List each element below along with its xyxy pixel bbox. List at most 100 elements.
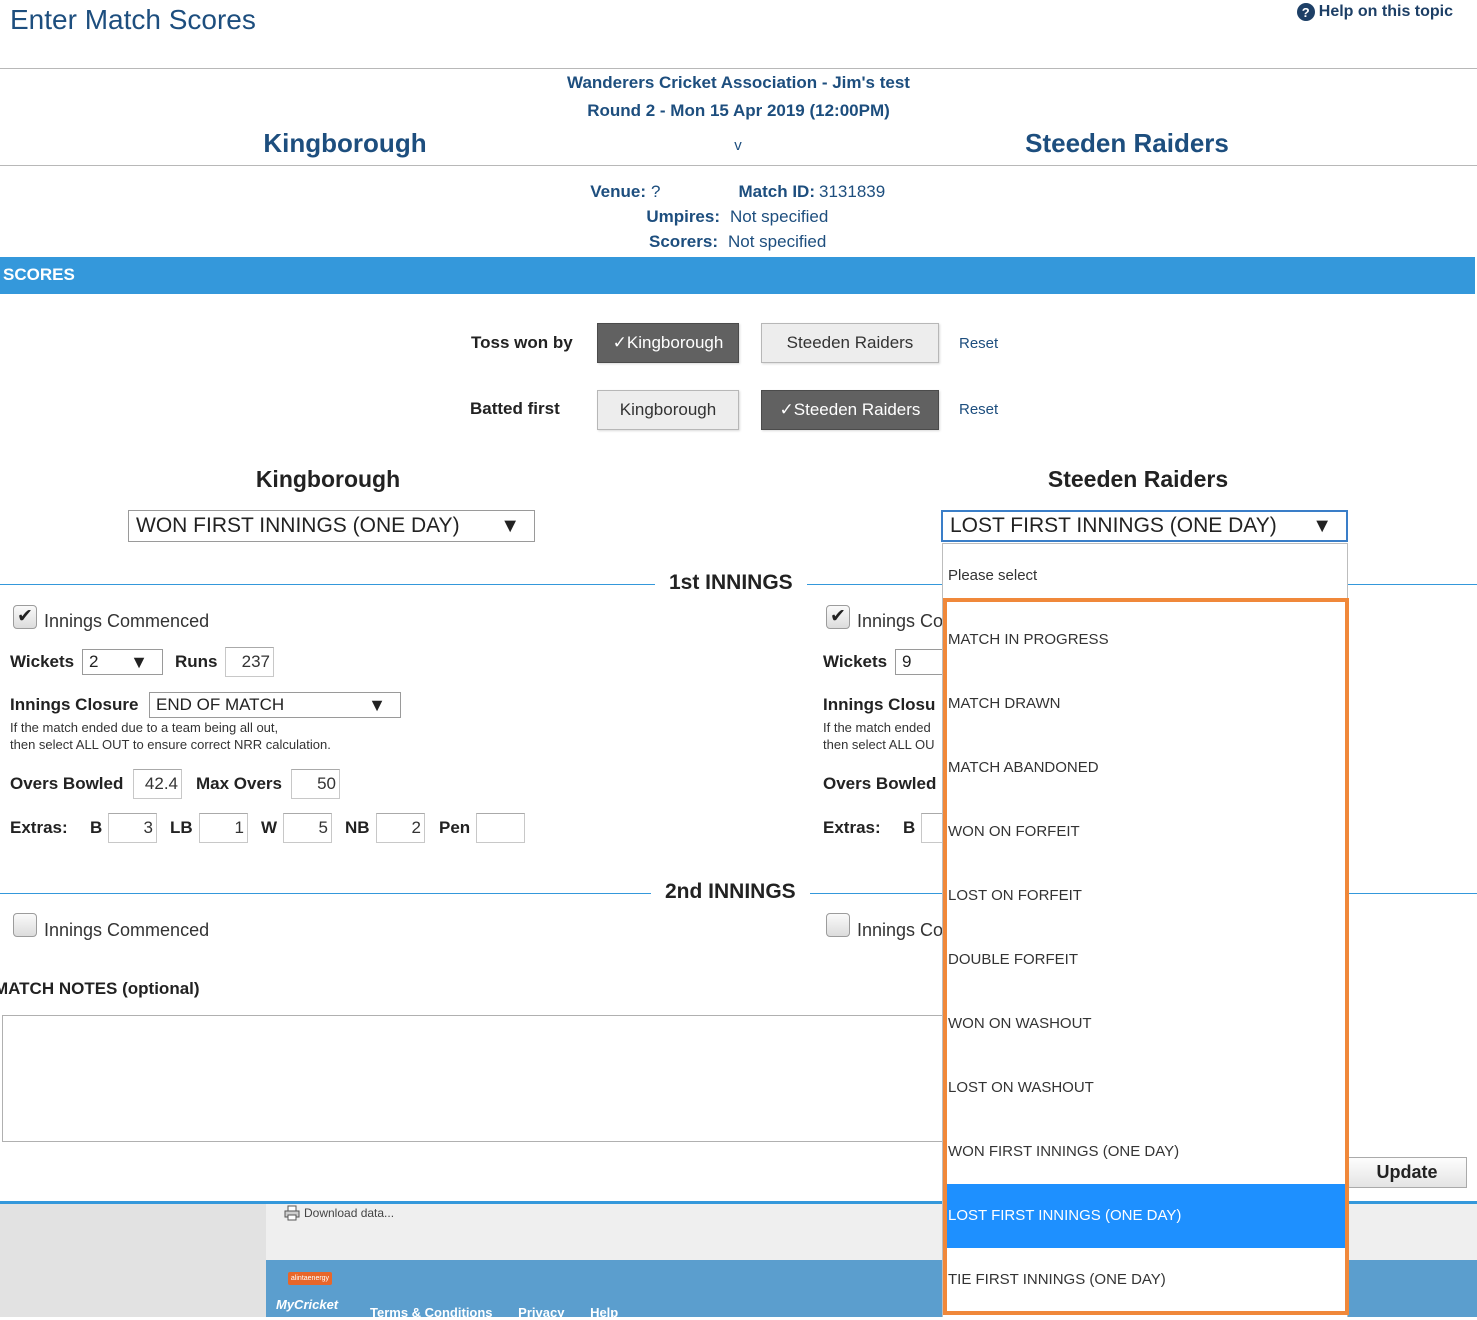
left-innings2-commenced-label: Innings Commenced [44,920,210,940]
toss-steeden-raiders-button[interactable]: Steeden Raiders [761,323,939,363]
chevron-down-icon: ▼ [368,695,386,715]
left-legbyes-input[interactable]: 1 [199,813,248,843]
dropdown-option[interactable]: WON ON WASHOUT [943,992,1347,1056]
dropdown-option[interactable]: MATCH IN PROGRESS [943,608,1347,672]
result-dropdown-list[interactable]: Please select MATCH IN PROGRESS MATCH DR… [942,543,1348,1317]
right-closure-hint-line1: If the match ended [823,720,931,735]
left-closure-label: Innings Closure [10,695,139,714]
right-innings1-commenced-checkbox[interactable]: ✔ [826,605,850,629]
page-title: Enter Match Scores [10,4,256,35]
match-notes-label: MATCH NOTES (optional) [0,979,200,998]
dropdown-option[interactable]: MATCH ABANDONED [943,736,1347,800]
right-innings2-commenced-label: Innings Co [857,920,944,940]
left-wickets-select[interactable]: 2 ▼ [82,649,163,675]
right-wickets-label: Wickets [823,652,888,671]
printer-icon [284,1205,300,1221]
left-extras-label: Extras: [10,818,68,837]
left-runs-label: Runs [175,652,218,671]
left-overs-input[interactable]: 42.4 [133,769,182,799]
right-team-name: Steeden Raiders [1047,466,1229,492]
scorers-value: Not specified [728,232,827,251]
dropdown-option[interactable]: WON FIRST INNINGS (ONE DAY) [943,1120,1347,1184]
header-divider [0,68,1477,69]
right-result-select[interactable]: LOST FIRST INNINGS (ONE DAY) ▼ [941,510,1348,542]
left-wickets-value: 2 [89,652,99,671]
right-overs-label: Overs Bowled [823,774,937,793]
scorers-label: Scorers: [649,232,718,251]
left-max-overs-input[interactable]: 50 [291,769,340,799]
left-closure-hint: If the match ended due to a team being a… [10,719,331,753]
left-wides-input[interactable]: 5 [283,813,332,843]
versus-label: v [734,137,742,154]
dropdown-option[interactable]: LOST ON WASHOUT [943,1056,1347,1120]
right-closure-label: Innings Closu [823,695,936,714]
download-data-label: Download data... [304,1206,395,1220]
left-innings1-commenced-checkbox[interactable]: ✔ [13,605,37,629]
left-innings2-commenced-checkbox[interactable] [13,913,37,937]
batted-steeden-raiders-button[interactable]: ✓Steeden Raiders [761,390,939,430]
dropdown-option[interactable]: LOST ON FORFEIT [943,864,1347,928]
left-penalty-label: Pen [439,818,471,837]
match-id-label: Match ID: [738,182,816,201]
sponsor-logo: alintaenergy [288,1272,332,1285]
privacy-link[interactable]: Privacy [518,1305,564,1320]
left-runs-input[interactable]: 237 [225,647,274,677]
innings1-title: 1st INNINGS [655,571,807,595]
left-legbyes-label: LB [170,818,193,837]
right-innings1-commenced-label: Innings Co [857,611,944,631]
help-footer-link[interactable]: Help [590,1305,618,1320]
association-name: Wanderers Cricket Association - Jim's te… [567,73,910,92]
dropdown-option-placeholder[interactable]: Please select [943,544,1347,608]
dropdown-option[interactable]: WON ON FORFEIT [943,800,1347,864]
umpires-label: Umpires: [646,207,720,226]
update-button[interactable]: Update [1347,1157,1467,1188]
left-noballs-input[interactable]: 2 [376,813,425,843]
mycricket-logo-text: MyCricket [276,1297,339,1312]
left-overs-label: Overs Bowled [10,774,124,793]
help-icon: ? [1296,3,1315,21]
left-closure-value: END OF MATCH [156,695,285,714]
left-wickets-label: Wickets [10,652,75,671]
left-max-overs-label: Max Overs [196,774,282,793]
right-result-value: LOST FIRST INNINGS (ONE DAY) [950,514,1277,537]
teams-divider [0,165,1477,166]
help-link[interactable]: ? Help on this topic [1296,3,1453,21]
left-byes-input[interactable]: 3 [108,813,157,843]
left-closure-hint-line1: If the match ended due to a team being a… [10,720,279,735]
toss-reset-link[interactable]: Reset [959,335,998,352]
chevron-down-icon: ▼ [1312,515,1332,537]
venue-value: ? [651,182,661,201]
match-notes-textarea[interactable] [2,1015,962,1142]
away-team-title: Steeden Raiders [1025,128,1229,158]
right-innings2-commenced-checkbox[interactable] [826,913,850,937]
left-penalty-input[interactable] [476,813,525,843]
venue-label: Venue: [590,182,646,201]
chevron-down-icon: ▼ [500,515,520,537]
left-noballs-label: NB [345,818,370,837]
dropdown-option[interactable]: MATCH DRAWN [943,672,1347,736]
round-info: Round 2 - Mon 15 Apr 2019 (12:00PM) [587,101,890,120]
innings2-title: 2nd INNINGS [651,880,810,904]
batted-reset-link[interactable]: Reset [959,401,998,418]
match-id-value: 3131839 [819,182,886,201]
scores-section-header: SCORES [0,257,1475,294]
dropdown-option[interactable]: DOUBLE FORFEIT [943,928,1347,992]
help-label: Help on this topic [1318,3,1453,20]
footer-links: Terms & Conditions Privacy Help [370,1305,640,1320]
batted-kingborough-button[interactable]: Kingborough [597,390,739,430]
dropdown-option-selected[interactable]: LOST FIRST INNINGS (ONE DAY) [943,1184,1347,1248]
right-closure-hint-line2: then select ALL OU [823,737,935,752]
left-team-name: Kingborough [255,466,401,492]
terms-link[interactable]: Terms & Conditions [370,1305,493,1320]
chevron-down-icon: ▼ [130,652,148,672]
batted-first-label: Batted first [470,399,560,418]
left-innings1-commenced-label: Innings Commenced [44,611,210,631]
download-data-link[interactable]: Download data... [284,1205,394,1221]
left-closure-select[interactable]: END OF MATCH ▼ [149,692,401,718]
home-team-title: Kingborough [263,128,427,158]
dropdown-option[interactable]: TIE FIRST INNINGS (ONE DAY) [943,1248,1347,1312]
toss-kingborough-button[interactable]: ✓Kingborough [597,323,739,363]
left-result-select[interactable]: WON FIRST INNINGS (ONE DAY) ▼ [128,510,535,542]
umpires-value: Not specified [730,207,829,226]
mycricket-logo[interactable]: alintaenergy MyCricket [276,1272,342,1317]
